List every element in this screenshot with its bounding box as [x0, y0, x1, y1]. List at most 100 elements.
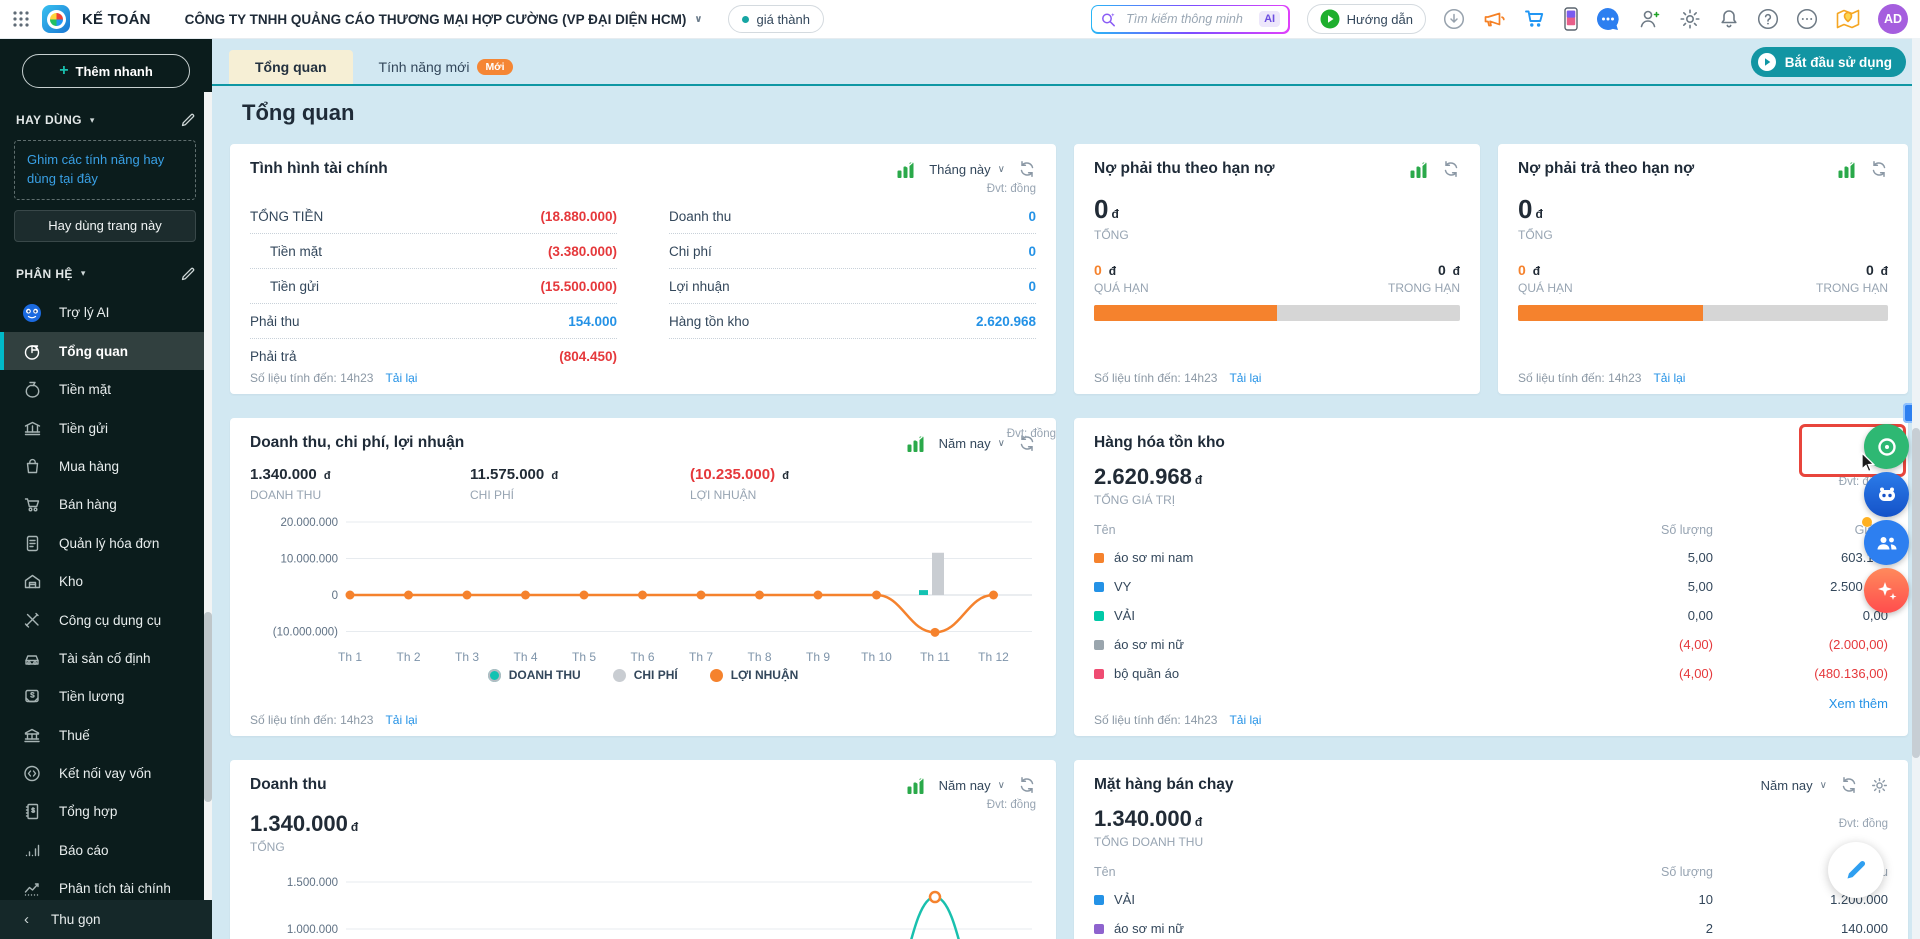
favorite-this-page-button[interactable]: Hay dùng trang này — [14, 210, 196, 242]
refresh-icon[interactable] — [1870, 160, 1888, 178]
mini-bar-chart-icon[interactable] — [906, 434, 926, 453]
page-title: Tổng quan — [242, 100, 1908, 126]
sidebar-item[interactable]: Kết nối vay vốn — [0, 754, 212, 792]
mini-bar-chart-icon[interactable] — [906, 776, 926, 795]
finance-row: Doanh thu 0 — [669, 199, 1036, 234]
company-dropdown[interactable]: CÔNG TY TNHH QUẢNG CÁO THƯƠNG MẠI HỢP CƯ… — [185, 12, 703, 27]
community-widget-button[interactable] — [1864, 520, 1909, 565]
gear-icon[interactable] — [1679, 8, 1701, 30]
see-more-link[interactable]: Xem thêm — [1094, 696, 1888, 711]
finance-row: Chi phí 0 — [669, 234, 1036, 269]
reload-link[interactable]: Tải lại — [1229, 371, 1261, 385]
floating-widget-stack — [1864, 424, 1909, 613]
card-revenue-expense-profit: Doanh thu, chi phí, lợi nhuận Năm nay∨ — [230, 418, 1056, 736]
table-row[interactable]: áo sơ mi nữ (4,00) (2.000,00) — [1094, 630, 1888, 659]
svg-text:Th 7: Th 7 — [689, 650, 713, 664]
as-of-label: Số liệu tính đến: 14h23 — [250, 713, 373, 727]
add-user-icon[interactable] — [1638, 8, 1662, 30]
reload-link[interactable]: Tải lại — [385, 371, 417, 385]
period-dropdown[interactable]: Năm nay∨ — [939, 436, 1005, 451]
sidebar-item[interactable]: Thuế — [0, 716, 212, 754]
edit-fab-button[interactable] — [1828, 842, 1884, 898]
more-icon[interactable] — [1796, 8, 1818, 30]
table-row[interactable]: áo sơ mi nam 5,00 603.104 — [1094, 543, 1888, 572]
caret-down-icon[interactable]: ▾ — [90, 115, 95, 126]
cart-icon[interactable] — [1523, 8, 1547, 30]
sidebar-item-label: Thuế — [59, 728, 90, 743]
svg-text:1.000.000: 1.000.000 — [287, 924, 338, 936]
refresh-icon[interactable] — [1018, 160, 1036, 178]
period-dropdown[interactable]: Tháng này∨ — [929, 162, 1005, 177]
sidebar-item[interactable]: Tiền mặt — [0, 370, 212, 408]
sidebar-item[interactable]: Báo cáo — [0, 831, 212, 869]
sidebar-item-icon — [22, 380, 42, 400]
sidebar-item-label: Kho — [59, 574, 83, 589]
download-icon[interactable] — [1443, 8, 1465, 30]
reload-link[interactable]: Tải lại — [385, 713, 417, 727]
sidebar-item[interactable]: Tiền lương — [0, 678, 212, 716]
sidebar-item[interactable]: Công cụ dụng cụ — [0, 601, 212, 639]
search-input[interactable] — [1124, 11, 1252, 27]
app-name: KẾ TOÁN — [82, 11, 151, 28]
settings-gear-icon[interactable] — [1871, 777, 1888, 794]
sidebar-item[interactable]: Kho — [0, 562, 212, 600]
support-widget-button[interactable] — [1864, 424, 1909, 469]
sidebar-item[interactable]: Quản lý hóa đơn — [0, 524, 212, 562]
whats-new-icon[interactable] — [1835, 7, 1861, 31]
table-row[interactable]: bộ quần áo (4,00) (480.136,00) — [1094, 659, 1888, 688]
help-icon[interactable] — [1757, 8, 1779, 30]
start-using-button[interactable]: Bắt đầu sử dụng — [1751, 47, 1906, 77]
sidebar-scrollbar-thumb[interactable] — [204, 612, 212, 802]
app-grid-icon[interactable] — [12, 10, 30, 28]
edit-pencil-icon[interactable] — [180, 112, 196, 128]
period-dropdown[interactable]: Năm nay∨ — [939, 778, 1005, 793]
avatar[interactable]: AD — [1878, 4, 1908, 34]
refresh-icon[interactable] — [1018, 776, 1036, 794]
mobile-app-icon[interactable] — [1564, 7, 1578, 31]
megaphone-icon[interactable] — [1482, 8, 1506, 30]
finance-row: Phải trả (804.450) — [250, 339, 617, 373]
svg-text:1.500.000: 1.500.000 — [287, 877, 338, 889]
reload-link[interactable]: Tải lại — [1229, 713, 1261, 727]
refresh-icon[interactable] — [1442, 160, 1460, 178]
caret-down-icon[interactable]: ▾ — [81, 268, 86, 279]
tab-new-features[interactable]: Tính năng mới Mới — [353, 50, 539, 84]
table-row[interactable]: VẢI 0,00 0,00 — [1094, 601, 1888, 630]
sidebar-item[interactable]: Trợ lý AI — [0, 294, 212, 332]
company-tag[interactable]: giá thành — [728, 5, 824, 33]
sidebar-item[interactable]: Tài sản cố định — [0, 639, 212, 677]
guide-button[interactable]: Hướng dẫn — [1307, 4, 1426, 34]
period-dropdown[interactable]: Năm nay∨ — [1761, 778, 1827, 793]
chat-icon[interactable] — [1595, 6, 1621, 32]
sidebar-item[interactable]: Mua hàng — [0, 447, 212, 485]
in-term-label: TRONG HẠN — [1816, 281, 1888, 295]
as-of-label: Số liệu tính đến: 14h23 — [1094, 371, 1217, 385]
tab-overview[interactable]: Tổng quan — [229, 50, 353, 84]
sidebar-item[interactable]: Bán hàng — [0, 486, 212, 524]
page-scrollbar-thumb[interactable] — [1912, 428, 1920, 758]
mini-bar-chart-icon[interactable] — [896, 160, 916, 179]
collapse-sidebar-button[interactable]: ‹ Thu gọn — [0, 900, 212, 939]
ai-sparkle-widget-button[interactable] — [1864, 568, 1909, 613]
mini-bar-chart-icon[interactable] — [1409, 160, 1429, 179]
sidebar-item[interactable]: Tiền gửi — [0, 409, 212, 447]
table-row[interactable]: áo sơ mi nữ 2 140.000 — [1094, 914, 1888, 939]
mini-bar-chart-icon[interactable] — [1837, 160, 1857, 179]
table-row[interactable]: VY 5,00 2.500.000 — [1094, 572, 1888, 601]
sidebar-item-label: Tài sản cố định — [59, 651, 151, 666]
ai-badge: AI — [1259, 11, 1280, 27]
bell-icon[interactable] — [1718, 8, 1740, 30]
sidebar-item-icon — [22, 456, 42, 476]
table-row[interactable]: VẢI 10 1.200.000 — [1094, 885, 1888, 914]
sidebar-item[interactable]: Tổng quan — [0, 332, 212, 370]
refresh-icon[interactable] — [1840, 776, 1858, 794]
app-logo[interactable] — [42, 5, 70, 33]
card-title: Nợ phải trả theo hạn nợ — [1518, 160, 1694, 178]
sidebar-item-icon — [22, 802, 42, 822]
sidebar-item[interactable]: Tổng hợp — [0, 793, 212, 831]
reload-link[interactable]: Tải lại — [1653, 371, 1685, 385]
svg-text:Th 3: Th 3 — [455, 650, 479, 664]
quick-add-button[interactable]: + Thêm nhanh — [22, 54, 190, 88]
edit-pencil-icon[interactable] — [180, 266, 196, 282]
ai-assistant-widget-button[interactable] — [1864, 472, 1909, 517]
